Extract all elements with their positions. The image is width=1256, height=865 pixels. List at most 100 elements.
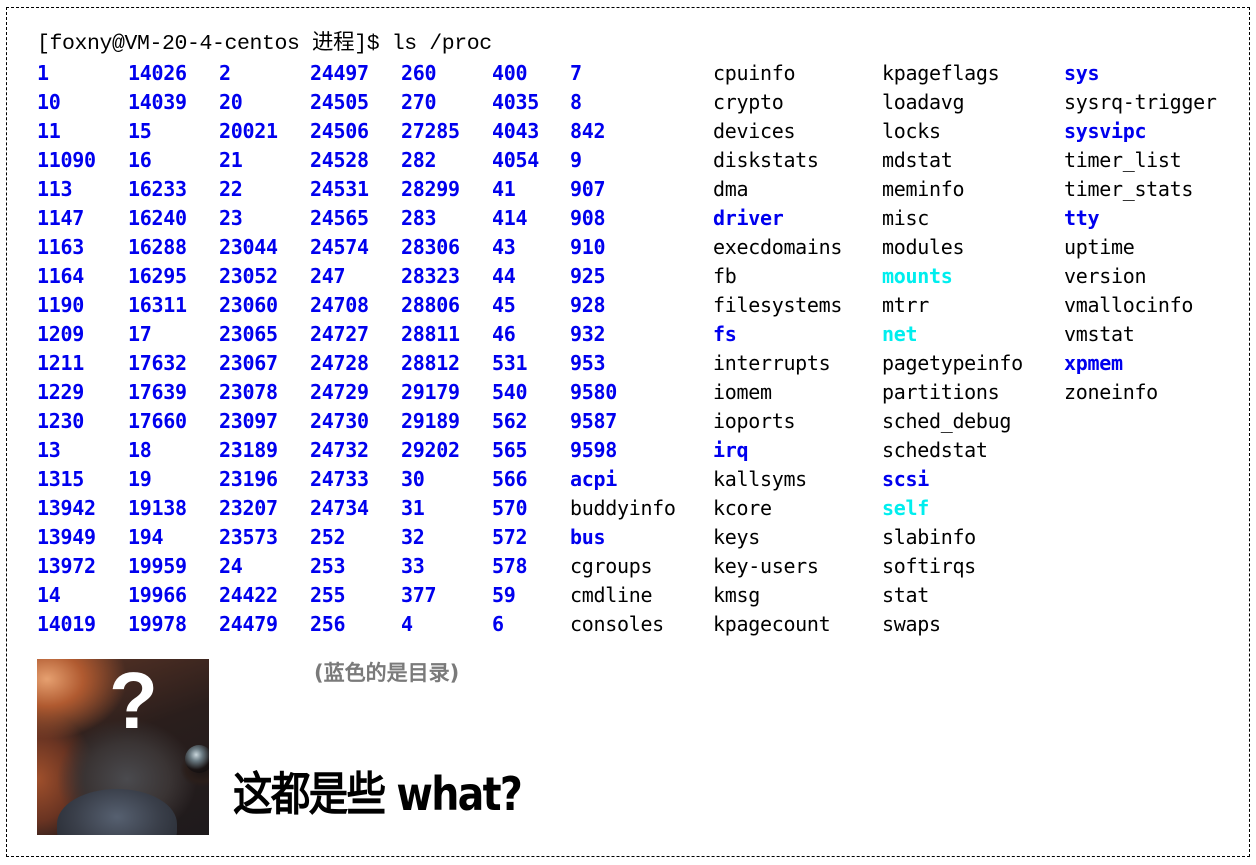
directory-entry: 1147 (37, 206, 84, 230)
file-entry: timer_list (1064, 148, 1182, 172)
directory-entry: 540 (492, 380, 528, 404)
directory-entry: 8 (570, 90, 582, 114)
directory-entry: 11 (37, 119, 61, 143)
directory-entry: 9580 (570, 380, 617, 404)
file-entry: keys (713, 525, 760, 549)
directory-entry: 24528 (310, 148, 369, 172)
file-entry: mtrr (882, 293, 929, 317)
directory-entry: 9598 (570, 438, 617, 462)
directory-entry: 283 (401, 206, 437, 230)
directory-entry: 14026 (128, 61, 187, 85)
directory-entry: 14019 (37, 612, 96, 636)
directory-entry: 578 (492, 554, 528, 578)
directory-entry: 17632 (128, 351, 187, 375)
directory-entry: 570 (492, 496, 528, 520)
question-mark-icon: ? (109, 659, 158, 745)
directory-entry: 20 (219, 90, 243, 114)
file-entry: vmallocinfo (1064, 293, 1194, 317)
directory-entry: 16240 (128, 206, 187, 230)
file-entry: timer_stats (1064, 177, 1194, 201)
directory-entry: 28812 (401, 351, 460, 375)
directory-entry: 4054 (492, 148, 539, 172)
file-entry: softirqs (882, 554, 976, 578)
directory-entry: 23207 (219, 496, 278, 520)
directory-entry: 28811 (401, 322, 460, 346)
directory-entry: 9587 (570, 409, 617, 433)
directory-entry: 928 (570, 293, 606, 317)
file-entry: buddyinfo (570, 496, 676, 520)
directory-entry: 1230 (37, 409, 84, 433)
directory-entry: sys (1064, 61, 1100, 85)
directory-entry: 29179 (401, 380, 460, 404)
file-entry: modules (882, 235, 965, 259)
directory-entry: 1164 (37, 264, 84, 288)
directory-entry: 15 (128, 119, 152, 143)
directory-entry: 17 (128, 322, 152, 346)
file-entry: filesystems (713, 293, 843, 317)
directory-entry: 17660 (128, 409, 187, 433)
directory-entry: 24565 (310, 206, 369, 230)
directory-entry: irq (713, 438, 749, 462)
symlink-entry: self (882, 496, 929, 520)
directory-entry: 24479 (219, 612, 278, 636)
directory-entry: 41 (492, 177, 516, 201)
directory-entry: 24729 (310, 380, 369, 404)
directory-entry: 31 (401, 496, 425, 520)
directory-entry: 27285 (401, 119, 460, 143)
file-entry: swaps (882, 612, 941, 636)
directory-entry: 29202 (401, 438, 460, 462)
directory-entry: 28323 (401, 264, 460, 288)
directory-entry: 377 (401, 583, 437, 607)
directory-entry: 247 (310, 264, 346, 288)
directory-entry: 23078 (219, 380, 278, 404)
directory-entry: 23097 (219, 409, 278, 433)
directory-entry: 13942 (37, 496, 96, 520)
directory-entry: 1229 (37, 380, 84, 404)
directory-entry: 566 (492, 467, 528, 491)
file-entry: kmsg (713, 583, 760, 607)
directory-entry: 28299 (401, 177, 460, 201)
directory-entry: sysvipc (1064, 119, 1147, 143)
symlink-entry: mounts (882, 264, 953, 288)
directory-entry: 20021 (219, 119, 278, 143)
directory-entry: 256 (310, 612, 346, 636)
file-entry: misc (882, 206, 929, 230)
file-entry: interrupts (713, 351, 831, 375)
dog-nose (57, 789, 177, 835)
directory-entry: 21 (219, 148, 243, 172)
terminal-output: [foxny@VM-20-4-centos 进程]$ ls /proc 1 10 1… (37, 30, 1247, 639)
file-entry: execdomains (713, 235, 843, 259)
directory-entry: 414 (492, 206, 528, 230)
directory-entry: 16311 (128, 293, 187, 317)
directory-entry: 24 (219, 554, 243, 578)
directory-entry: 33 (401, 554, 425, 578)
ls-listing: 1 10 11 11090 113 1147 1163 1164 1190 1209 1211 122… (37, 59, 1247, 639)
directory-entry: 1 (37, 61, 49, 85)
directory-entry: 46 (492, 322, 516, 346)
file-entry: uptime (1064, 235, 1135, 259)
file-entry: meminfo (882, 177, 965, 201)
file-entry: partitions (882, 380, 1000, 404)
directory-entry: 16288 (128, 235, 187, 259)
directory-entry: 9 (570, 148, 582, 172)
directory-entry: 19959 (128, 554, 187, 578)
directory-entry: 24734 (310, 496, 369, 520)
file-entry: sched_debug (882, 409, 1012, 433)
directory-entry: 23060 (219, 293, 278, 317)
directory-entry: 255 (310, 583, 346, 607)
directory-entry: 907 (570, 177, 606, 201)
directory-entry: 1163 (37, 235, 84, 259)
directory-entry: 17639 (128, 380, 187, 404)
directory-entry: 18 (128, 438, 152, 462)
directory-entry: 23196 (219, 467, 278, 491)
directory-entry: 1315 (37, 467, 84, 491)
file-entry: cgroups (570, 554, 653, 578)
directory-entry: 910 (570, 235, 606, 259)
directory-entry: 16233 (128, 177, 187, 201)
directory-entry: 23065 (219, 322, 278, 346)
directory-entry: 113 (37, 177, 73, 201)
command-prompt: [foxny@VM-20-4-centos 进程]$ ls /proc (37, 32, 492, 56)
directory-entry: 29189 (401, 409, 460, 433)
file-entry: stat (882, 583, 929, 607)
directory-entry: 282 (401, 148, 437, 172)
